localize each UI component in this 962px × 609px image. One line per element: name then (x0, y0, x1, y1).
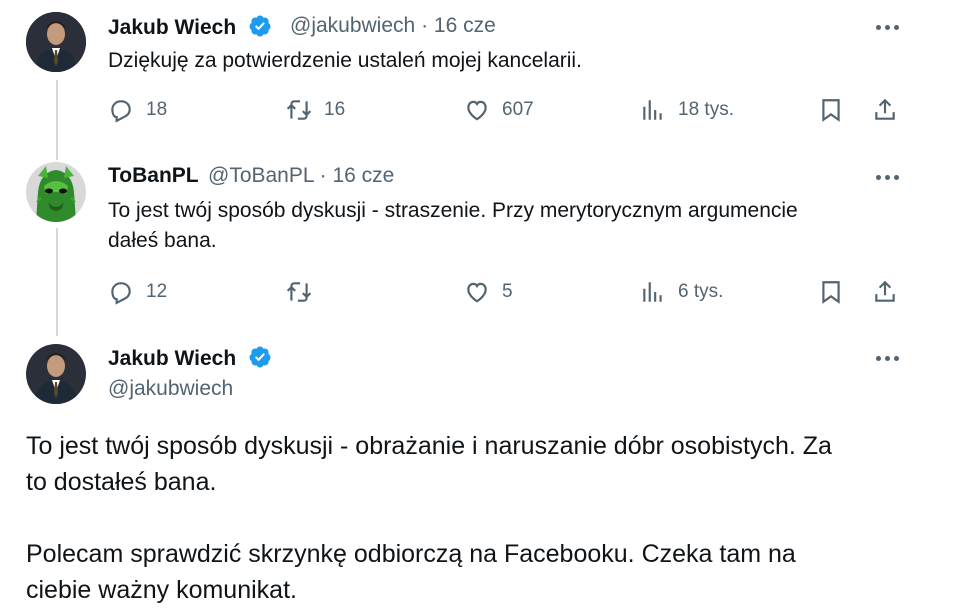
verified-badge-icon (249, 346, 271, 368)
author-name[interactable]: Jakub Wiech (108, 345, 272, 371)
thread-line (56, 228, 58, 336)
retweet-button[interactable]: 16 (286, 97, 345, 123)
tweet-text-line: To jest twój sposób dyskusji - straszeni… (108, 199, 798, 222)
share-button[interactable] (872, 279, 898, 305)
avatar[interactable] (26, 162, 86, 222)
avatar[interactable] (26, 12, 86, 72)
retweet-count: 16 (324, 99, 346, 120)
like-count: 607 (502, 99, 534, 120)
more-dot (876, 25, 881, 30)
tweet-text-line: dałeś bana. (108, 229, 217, 252)
bookmark-button[interactable] (818, 97, 844, 123)
tweet-text: To jest twój sposób dyskusji - straszeni… (108, 196, 928, 256)
bookmark-icon (822, 99, 840, 122)
avatar-dragon-icon (26, 162, 86, 222)
views-chart-icon (643, 282, 662, 302)
main-tweet-line: to dostałeś bana. (26, 468, 217, 496)
author-name-text[interactable]: Jakub Wiech (108, 16, 236, 39)
author-handle[interactable]: @ToBanPL (208, 164, 314, 187)
main-tweet-line: ciebie ważny komunikat. (26, 576, 297, 604)
main-tweet-text: To jest twój sposób dyskusji - obrażanie… (26, 428, 926, 608)
more-dot (885, 175, 890, 180)
like-count: 5 (502, 281, 513, 302)
heart-icon (467, 100, 487, 121)
author-handle[interactable]: @jakubwiech (108, 377, 233, 401)
avatar-photo-icon (26, 12, 86, 72)
more-dot (876, 175, 881, 180)
tweet-date[interactable]: · 16 cze (320, 164, 395, 187)
retweet-icon (286, 100, 312, 120)
share-button[interactable] (872, 97, 898, 123)
share-icon (875, 280, 895, 302)
more-dot (876, 356, 881, 361)
reply-icon (111, 100, 131, 123)
more-options-button[interactable] (876, 175, 899, 180)
reply-count: 12 (146, 281, 168, 302)
author-name-text[interactable]: Jakub Wiech (108, 347, 236, 370)
reply-icon (111, 282, 131, 305)
more-dot (894, 175, 899, 180)
more-dot (894, 25, 899, 30)
main-tweet-line: Polecam sprawdzić skrzynkę odbiorczą na … (26, 540, 796, 568)
share-icon (875, 98, 895, 120)
views-count: 18 tys. (678, 99, 734, 120)
bookmark-icon (822, 281, 840, 304)
views-chart-icon (643, 100, 662, 120)
views-button[interactable]: 6 tys. (640, 279, 723, 305)
retweet-icon (286, 282, 312, 302)
like-button[interactable]: 607 (464, 97, 534, 123)
tweet-text: Dziękuję za potwierdzenie ustaleń mojej … (108, 49, 582, 72)
retweet-button[interactable] (286, 279, 324, 305)
tweet-date[interactable]: · 16 cze (421, 14, 496, 37)
author-name[interactable]: ToBanPL (108, 164, 199, 188)
reply-button[interactable]: 18 (108, 97, 167, 123)
avatar[interactable] (26, 344, 86, 404)
more-dot (894, 356, 899, 361)
reply-count: 18 (146, 99, 168, 120)
more-dot (885, 356, 890, 361)
thread-line (56, 80, 58, 160)
more-options-button[interactable] (876, 356, 899, 361)
views-count: 6 tys. (678, 281, 724, 302)
bookmark-button[interactable] (818, 279, 844, 305)
more-options-button[interactable] (876, 25, 899, 30)
avatar-photo-icon (26, 344, 86, 404)
heart-icon (467, 282, 487, 303)
like-button[interactable]: 5 (464, 279, 513, 305)
more-dot (885, 25, 890, 30)
views-button[interactable]: 18 tys. (640, 97, 734, 123)
tweet-meta: @jakubwiech · 16 cze (290, 14, 496, 38)
author-name[interactable]: Jakub Wiech (108, 14, 272, 40)
reply-button[interactable]: 12 (108, 279, 167, 305)
verified-badge-icon (249, 15, 271, 37)
tweet-meta: @ToBanPL · 16 cze (208, 164, 394, 188)
author-handle[interactable]: @jakubwiech (290, 14, 415, 37)
main-tweet-line: To jest twój sposób dyskusji - obrażanie… (26, 432, 832, 460)
